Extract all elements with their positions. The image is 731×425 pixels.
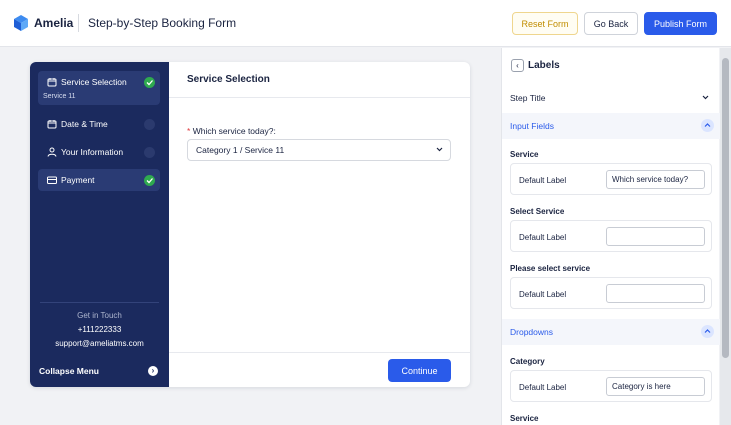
field-row: Default Label	[510, 163, 712, 195]
continue-button[interactable]: Continue	[388, 359, 451, 382]
field-row: Default Label	[510, 277, 712, 309]
contact-heading: Get in Touch	[77, 311, 122, 320]
check-icon	[144, 175, 155, 186]
field-label: Default Label	[519, 233, 567, 242]
question-text: Which service today?:	[192, 126, 276, 136]
step-title: Service Selection	[187, 74, 270, 85]
labels-panel: ‹ Labels Step Title Input Fields Service…	[501, 48, 720, 425]
field-group-label: Please select service	[510, 264, 591, 273]
field-label: Default Label	[519, 290, 567, 299]
selected-value: Category 1 / Service 11	[196, 145, 285, 155]
service-select[interactable]: Category 1 / Service 11	[187, 139, 451, 161]
step-service-selection[interactable]: Service Selection Service 11	[38, 71, 160, 105]
default-label-input[interactable]	[606, 227, 705, 246]
steps-sidebar: Service Selection Service 11 Date & Time	[30, 62, 169, 387]
go-back-button[interactable]: Go Back	[584, 12, 638, 35]
step-label: Payment	[61, 175, 95, 185]
field-row: Default Label	[510, 220, 712, 252]
field-group-label: Service	[510, 414, 539, 423]
collapse-menu-label[interactable]: Collapse Menu	[39, 366, 99, 376]
field-group-label: Select Service	[510, 207, 565, 216]
step-label: Service Selection	[61, 77, 127, 87]
default-label-input[interactable]	[606, 377, 705, 396]
input-fields-section[interactable]: Input Fields	[502, 113, 720, 139]
section-label: Input Fields	[510, 121, 554, 131]
chevron-up-icon	[701, 325, 714, 338]
card-icon	[47, 176, 57, 184]
top-bar: Amelia Step-by-Step Booking Form Reset F…	[0, 0, 731, 47]
field-row: Default Label	[510, 370, 712, 402]
publish-form-button[interactable]: Publish Form	[644, 12, 717, 35]
service-question-label: * Which service today?:	[187, 126, 276, 136]
field-group-label: Category	[510, 357, 545, 366]
chevron-up-icon	[701, 119, 714, 132]
field-group-label: Service	[510, 150, 539, 159]
field-label: Default Label	[519, 383, 567, 392]
calendar-icon	[47, 78, 57, 87]
chevron-left-icon[interactable]: ‹	[511, 59, 524, 72]
arrow-right-icon[interactable]: ›	[148, 366, 158, 376]
scrollbar-thumb[interactable]	[722, 58, 729, 358]
step-label: Date & Time	[61, 119, 108, 129]
panel-scrollbar[interactable]	[720, 48, 731, 425]
amelia-logo-icon	[14, 15, 28, 31]
footer-divider	[169, 352, 470, 353]
booking-form-card: Service Selection Service 11 Date & Time	[30, 62, 470, 387]
header-divider	[78, 14, 79, 32]
user-icon	[47, 147, 57, 157]
form-preview-canvas: Service Selection Service 11 Date & Time	[0, 48, 500, 425]
chevron-down-icon	[702, 95, 709, 100]
brand-name: Amelia	[34, 16, 74, 30]
page-title: Step-by-Step Booking Form	[88, 16, 237, 30]
step-payment[interactable]: Payment	[38, 169, 160, 191]
step-your-information[interactable]: Your Information	[38, 141, 160, 163]
calendar-icon	[47, 120, 57, 129]
step-title-section[interactable]: Step Title	[502, 85, 720, 111]
default-label-input[interactable]	[606, 170, 705, 189]
section-label: Dropdowns	[510, 327, 553, 337]
default-label-input[interactable]	[606, 284, 705, 303]
status-dot	[144, 147, 155, 158]
form-header: Service Selection	[169, 62, 470, 98]
check-icon	[144, 77, 155, 88]
contact-email: support@ameliatms.com	[55, 339, 144, 348]
required-mark: *	[187, 126, 191, 136]
field-label: Default Label	[519, 176, 567, 185]
reset-form-button[interactable]: Reset Form	[512, 12, 578, 35]
status-dot	[144, 119, 155, 130]
panel-title: Labels	[528, 60, 560, 71]
dropdowns-section[interactable]: Dropdowns	[502, 319, 720, 345]
step-sublabel: Service 11	[43, 93, 76, 100]
chevron-down-icon	[436, 147, 443, 152]
step-date-time[interactable]: Date & Time	[38, 113, 160, 135]
contact-phone: +111222333	[77, 325, 122, 334]
section-label: Step Title	[510, 93, 546, 103]
sidebar-divider	[40, 302, 159, 303]
step-label: Your Information	[61, 147, 124, 157]
form-main: Service Selection * Which service today?…	[169, 62, 470, 387]
